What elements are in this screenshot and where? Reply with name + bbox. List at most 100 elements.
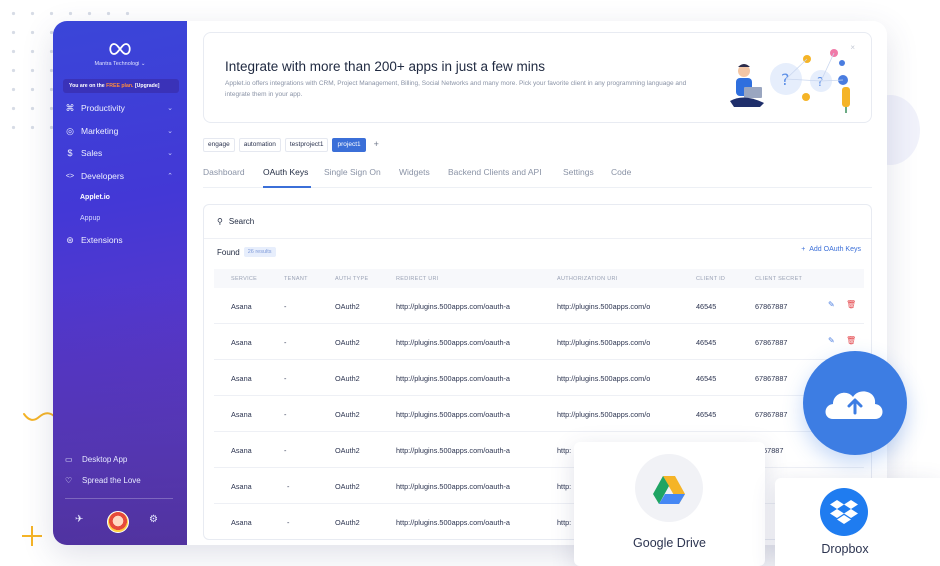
tab-oauth-keys[interactable]: OAuth Keys <box>263 167 308 177</box>
tab-single-sign-on[interactable]: Single Sign On <box>324 167 381 177</box>
integration-banner: Integrate with more than 200+ apps in ju… <box>203 32 872 123</box>
sidebar-item-label: Developers <box>81 171 124 181</box>
cell-service: Asana <box>231 374 252 383</box>
sidebar-item-extensions[interactable]: ⊛ Extensions <box>65 232 177 248</box>
sidebar-subitem-applet[interactable]: Applet.io <box>80 194 110 201</box>
cell-tenant: - <box>287 482 290 491</box>
dropbox-icon <box>830 500 858 524</box>
project-tag-automation[interactable]: automation <box>238 138 281 152</box>
developer-illustration: ? ? <box>730 49 850 113</box>
search-input[interactable]: ⚲ Search <box>217 217 254 226</box>
edit-icon[interactable]: ✎ <box>828 336 835 345</box>
column-header-client-id: CLIENT ID <box>696 276 726 282</box>
column-header-tenant: TENANT <box>284 276 308 282</box>
tab-code[interactable]: Code <box>611 167 631 177</box>
sidebar: Mantra Technologi ⌄ You are on the FREE … <box>53 21 187 545</box>
cell-client-id: 46545 <box>696 374 717 383</box>
project-tag-project1[interactable]: project1 <box>332 138 366 152</box>
table-row[interactable]: Asana - OAuth2 http://plugins.500apps.com/o… <box>214 468 864 504</box>
tab-bar: Dashboard OAuth Keys Single Sign On Widg… <box>203 166 872 188</box>
tab-backend-clients[interactable]: Backend Clients and API <box>448 167 542 177</box>
table-row[interactable]: Asana - OAuth2 http://plugins.500apps.com/o… <box>214 396 864 432</box>
cell-auth-type: OAuth2 <box>335 410 360 419</box>
workspace-name: Mantra Technologi <box>94 61 140 67</box>
found-label: Found <box>217 247 240 257</box>
project-tag-testproject1[interactable]: testproject1 <box>284 138 329 152</box>
command-icon: ⌘ <box>65 102 75 113</box>
active-tab-indicator <box>263 186 311 188</box>
gear-icon[interactable]: ⚙ <box>149 514 158 525</box>
google-drive-label: Google Drive <box>633 536 706 550</box>
dollar-icon: $ <box>67 148 73 158</box>
cell-authorization-uri: http: <box>557 518 572 527</box>
google-drive-icon <box>653 476 685 504</box>
cell-tenant: - <box>287 518 290 527</box>
cloud-upload-badge <box>803 351 907 455</box>
cell-client-id: 46545 <box>696 302 717 311</box>
wave-decoration <box>23 412 55 421</box>
delete-icon[interactable]: 🗑 <box>846 336 856 345</box>
cell-tenant: - <box>284 374 287 383</box>
table-row[interactable]: Asana - OAuth2 http://plugins.500apps.com/o… <box>214 324 864 360</box>
add-oauth-keys-label: Add OAuth Keys <box>809 246 861 253</box>
sidebar-subitem-appup[interactable]: Appup <box>80 215 100 222</box>
workspace-switcher[interactable]: Mantra Technologi ⌄ <box>53 61 187 67</box>
cell-redirect-uri: http://plugins.500apps.com/oauth-a <box>396 410 510 419</box>
spread-love-link[interactable]: ♡ Spread the Love <box>65 476 141 485</box>
add-oauth-keys-button[interactable]: + Add OAuth Keys <box>801 246 861 253</box>
desktop-app-link[interactable]: ▭ Desktop App <box>65 455 127 464</box>
tab-dashboard[interactable]: Dashboard <box>203 167 245 177</box>
cell-client-secret: 67867887 <box>755 338 788 347</box>
cell-authorization-uri: http: <box>557 446 572 455</box>
cell-service: Asana <box>231 482 252 491</box>
cell-service: Asana <box>231 338 252 347</box>
target-icon: ◎ <box>66 125 74 136</box>
rocket-icon[interactable]: ✈ <box>75 514 83 525</box>
chevron-up-icon: ⌃ <box>167 173 173 180</box>
main-content: Integrate with more than 200+ apps in ju… <box>187 21 887 545</box>
desktop-app-label: Desktop App <box>82 455 128 464</box>
user-avatar[interactable] <box>107 511 129 533</box>
cell-client-secret: 67867887 <box>755 410 788 419</box>
tab-widgets[interactable]: Widgets <box>399 167 430 177</box>
project-tag-engage[interactable]: engage <box>203 138 235 152</box>
cell-service: Asana <box>231 518 252 527</box>
sidebar-item-label: Sales <box>81 148 103 158</box>
delete-icon[interactable]: 🗑 <box>846 300 856 309</box>
cell-client-secret: 67867887 <box>755 302 788 311</box>
cell-tenant: - <box>284 338 287 347</box>
sidebar-item-sales[interactable]: $ Sales ⌄ <box>65 145 177 161</box>
sidebar-divider <box>65 498 173 499</box>
table-row[interactable]: Asana - OAuth2 http://plugins.500apps.com/o… <box>214 360 864 396</box>
cell-service: Asana <box>231 410 252 419</box>
edit-icon[interactable]: ✎ <box>828 300 835 309</box>
cell-redirect-uri: http://plugins.500apps.com/oauth-a <box>396 302 510 311</box>
cell-auth-type: OAuth2 <box>335 518 360 527</box>
sidebar-item-marketing[interactable]: ◎ Marketing ⌄ <box>65 123 177 139</box>
table-row[interactable]: Asana - OAuth2 http://plugins.500apps.com/o… <box>214 288 864 324</box>
chevron-down-icon: ⌄ <box>167 128 173 135</box>
add-project-button[interactable]: + <box>369 138 383 152</box>
cell-authorization-uri: http://plugins.500apps.com/o <box>557 374 651 383</box>
cell-tenant: - <box>284 410 287 419</box>
upgrade-link[interactable]: [Upgrade] <box>135 83 160 89</box>
table-row[interactable]: Asana - OAuth2 http://plugins.500apps.com/o… <box>214 504 864 539</box>
column-header-service: SERVICE <box>231 276 258 282</box>
sidebar-item-label: Extensions <box>81 235 123 245</box>
banner-title: Integrate with more than 200+ apps in ju… <box>225 59 546 74</box>
brand-logo-icon <box>109 43 131 55</box>
sidebar-item-developers[interactable]: <> Developers ⌃ <box>65 168 177 184</box>
tab-settings[interactable]: Settings <box>563 167 594 177</box>
cell-redirect-uri: http://plugins.500apps.com/oauth-a <box>396 482 510 491</box>
sidebar-item-productivity[interactable]: ⌘ Productivity ⌄ <box>65 100 177 116</box>
sidebar-item-label: Productivity <box>81 103 125 113</box>
table-row[interactable]: Asana - OAuth2 http://plugins.500apps.com/o… <box>214 432 864 468</box>
table-header: SERVICE TENANT AUTH TYPE REDIRECT URI AU… <box>214 269 864 288</box>
cell-service: Asana <box>231 302 252 311</box>
dropbox-card: Dropbox <box>775 478 940 566</box>
banner-description: Applet.io offers integrations with CRM, … <box>225 80 687 98</box>
column-header-auth-type: AUTH TYPE <box>335 276 369 282</box>
cell-redirect-uri: http://plugins.500apps.com/oauth-a <box>396 374 510 383</box>
plan-name: FREE plan. <box>106 83 134 89</box>
dropbox-logo <box>820 488 868 536</box>
